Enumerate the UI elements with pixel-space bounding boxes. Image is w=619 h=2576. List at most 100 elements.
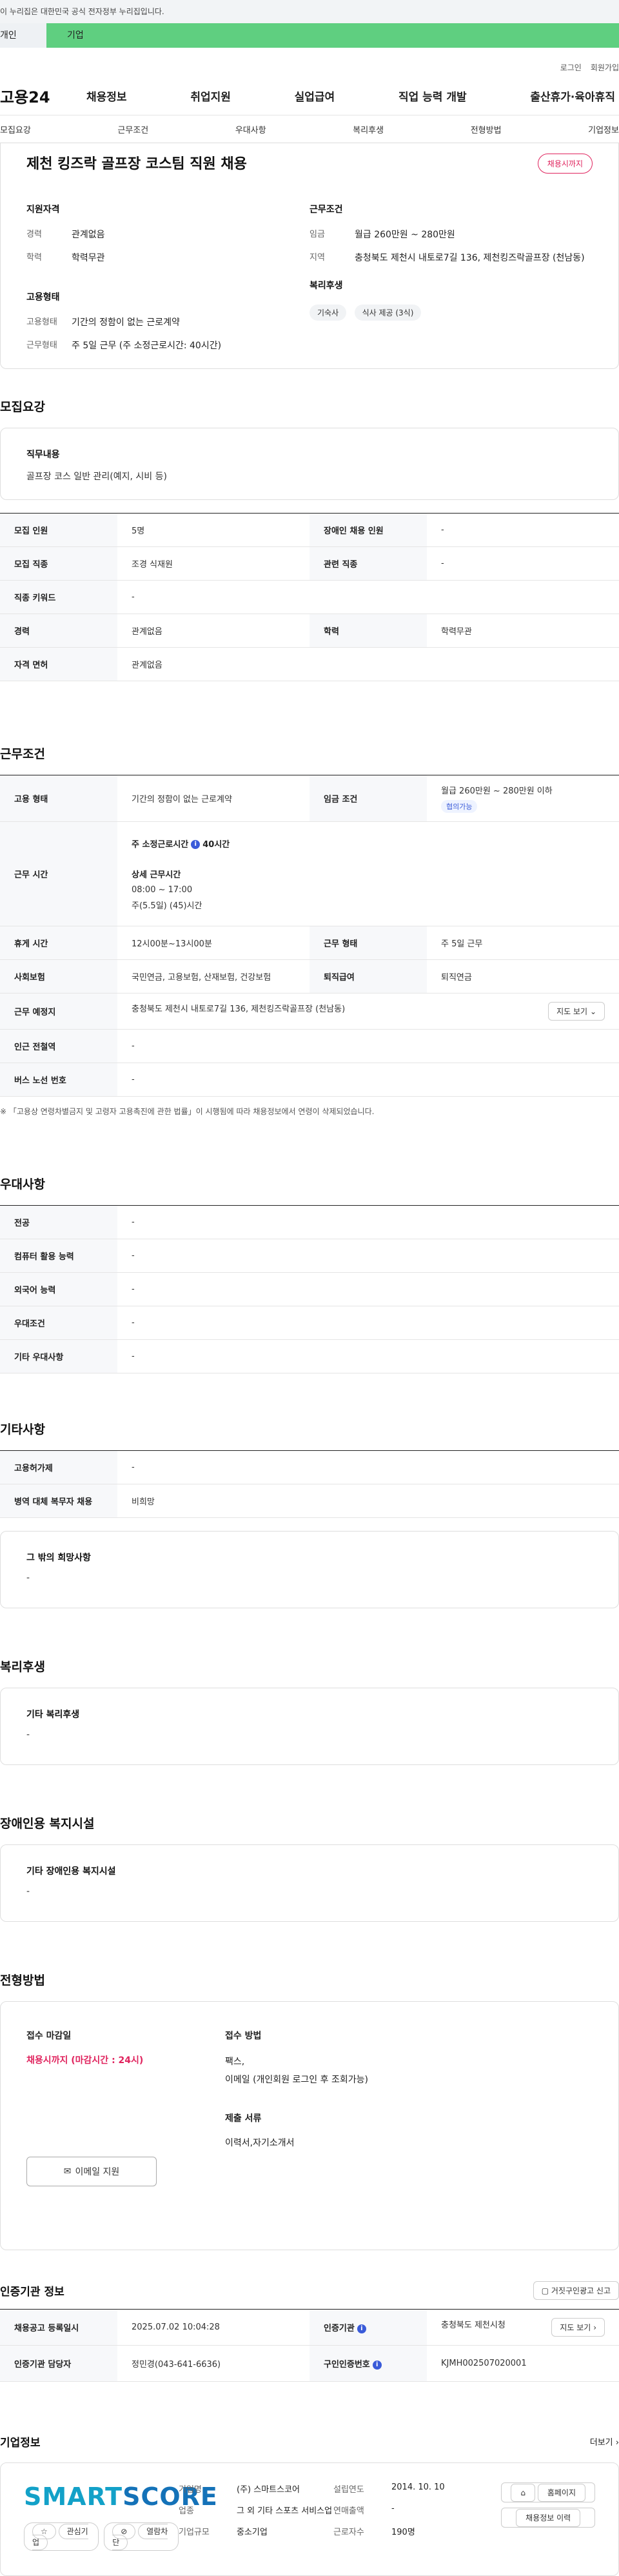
docs-value: 이력서,자기소개서 bbox=[225, 2138, 295, 2148]
anchor-recruit[interactable]: 모집요강 bbox=[0, 123, 36, 135]
etc-box: 그 밖의 희망사항 - bbox=[0, 1531, 619, 1608]
homepage-button[interactable]: ⌂ 홈페이지 bbox=[501, 2482, 595, 2502]
brand-part-1: SMART bbox=[24, 2482, 123, 2511]
cell-label: 인증기관 담당자 bbox=[0, 2345, 117, 2382]
cell-label: 병역 대체 복무자 채용 bbox=[0, 1484, 117, 1518]
cert-section: 인증기관 정보 ▢ 거짓구인광고 신고 채용공고 등록일시 2025.07.02… bbox=[0, 2281, 619, 2382]
cell-value: - bbox=[117, 1272, 619, 1306]
email-apply-button[interactable]: ✉ 이메일 지원 bbox=[26, 2157, 157, 2186]
anchor-company[interactable]: 기업정보 bbox=[583, 123, 619, 135]
gov-banner-text: 이 누리집은 대한민국 공식 전자정부 누리집입니다. bbox=[0, 7, 164, 16]
info-icon[interactable]: i bbox=[372, 2360, 382, 2370]
map-button-label: 지도 보기 bbox=[556, 1007, 588, 1016]
block-view-button[interactable]: ⊘ 열람차단 bbox=[104, 2522, 179, 2551]
company-logo-block: SMARTSCORE ☆ 관심기업 ⊘ 열람차단 bbox=[24, 2482, 217, 2551]
tab-individual[interactable]: 개인 bbox=[0, 23, 46, 48]
tab-company[interactable]: 기업 bbox=[46, 23, 619, 48]
weekly-hours: 주 소정근로시간 i 40시간 bbox=[132, 837, 605, 850]
history-label: 채용정보 이력 bbox=[516, 2509, 581, 2527]
cell-label: 장애인 채용 인원 bbox=[310, 513, 427, 547]
weekly-hours-value: 40시간 bbox=[202, 839, 230, 850]
anchor-pref[interactable]: 우대사항 bbox=[230, 123, 271, 135]
cell-label: 관련 직종 bbox=[310, 546, 427, 581]
anchor-process[interactable]: 전형방법 bbox=[466, 123, 507, 135]
cert-org-label-cell: 인증기관 i bbox=[310, 2309, 427, 2346]
section-title: 기업정보 bbox=[0, 2437, 41, 2450]
method-label: 접수 방법 bbox=[225, 2031, 262, 2041]
deadline-label: 접수 마감일 bbox=[26, 2031, 72, 2041]
pref-section: 우대사항 전공 - 컴퓨터 활용 능력 - 외국어 능력 - 우대조건 - 기타 우대사… bbox=[0, 1175, 619, 1373]
table-row: 모집 직종 조경 식재원 관련 직종 - bbox=[0, 546, 619, 581]
wage-label: 임금 bbox=[310, 230, 325, 239]
section-title: 장애인용 복지시설 bbox=[0, 1817, 95, 1831]
table-row: 고용 형태 기간의 정함이 없는 근로계약 임금 조건 월급 260만원 ~ 2… bbox=[0, 775, 619, 822]
section-title: 근무조건 bbox=[0, 747, 45, 761]
welfare-box-value: - bbox=[26, 1730, 30, 1740]
anchor-work[interactable]: 근무조건 bbox=[112, 123, 153, 135]
gnb-menu: 채용정보 취업지원 실업급여 직업 능력 개발 출산휴가·육아휴직 bbox=[64, 88, 619, 104]
email-apply-label: 이메일 지원 bbox=[75, 2167, 120, 2177]
more-link[interactable]: 더보기 › bbox=[590, 2435, 619, 2448]
cell-label: 임금 조건 bbox=[310, 775, 427, 822]
gnb-item-parental-leave[interactable]: 출산휴가·육아휴직 bbox=[526, 88, 619, 104]
report-button[interactable]: ▢ 거짓구인광고 신고 bbox=[533, 2281, 619, 2300]
cert-map-button[interactable]: 지도 보기 › bbox=[551, 2318, 605, 2337]
favorite-company-button[interactable]: ☆ 관심기업 bbox=[24, 2522, 99, 2551]
info-icon[interactable]: i bbox=[191, 840, 201, 849]
cell-value: 정민경(043-641-6636) bbox=[117, 2345, 310, 2382]
cell-value: 주 5일 근무 bbox=[427, 926, 619, 960]
cell-label: 고용허가제 bbox=[0, 1450, 117, 1484]
gnb-item-training[interactable]: 직업 능력 개발 bbox=[395, 88, 471, 104]
age-notice: ※ 「고용상 연령차별금지 및 고령자 고용촉진에 관한 법률」이 시행됨에 따… bbox=[0, 1107, 375, 1116]
cert-map-label: 지도 보기 bbox=[560, 2323, 591, 2332]
pref-table: 전공 - 컴퓨터 활용 능력 - 외국어 능력 - 우대조건 - 기타 우대사항 - bbox=[0, 1205, 619, 1373]
welfare-box: 기타 복리후생 - bbox=[0, 1688, 619, 1765]
place-cell: 충청북도 제천시 내토로7길 136, 제천킹즈락골프장 (천남동) 지도 보기 … bbox=[117, 993, 619, 1030]
job-history-button[interactable]: 채용정보 이력 bbox=[501, 2508, 595, 2528]
cell-label: 근무 예정지 bbox=[0, 993, 117, 1030]
etc-box-value: - bbox=[26, 1573, 30, 1583]
site-logo[interactable]: 고용24 bbox=[0, 85, 64, 107]
section-title: 복리후생 bbox=[0, 1660, 45, 1674]
table-row: 병역 대체 복무자 채용 비희망 bbox=[0, 1484, 619, 1518]
cell-label: 근무 형태 bbox=[310, 926, 427, 960]
info-icon[interactable]: i bbox=[357, 2324, 366, 2333]
section-title: 기타사항 bbox=[0, 1423, 45, 1437]
work-section: 근무조건 고용 형태 기간의 정함이 없는 근로계약 임금 조건 월급 260만… bbox=[0, 744, 619, 1117]
work-table: 고용 형태 기간의 정함이 없는 근로계약 임금 조건 월급 260만원 ~ 2… bbox=[0, 775, 619, 1097]
wage-value: 월급 260만원 ~ 280만원 bbox=[355, 230, 455, 240]
worktype-value: 주 5일 근무 (주 소정근로시간: 40시간) bbox=[72, 341, 222, 351]
table-row: 인증기관 담당자 정민경(043-641-6636) 구인인증번호 i KJMH0… bbox=[0, 2345, 619, 2382]
table-row: 직종 키워드 - bbox=[0, 580, 619, 614]
gnb-item-employment-support[interactable]: 취업지원 bbox=[186, 88, 235, 104]
cell-value: 퇴직연금 bbox=[427, 959, 619, 993]
cell-value: KJMH002507020001 bbox=[427, 2345, 619, 2382]
cell-label: 경력 bbox=[0, 614, 117, 648]
anchor-welfare[interactable]: 복리후생 bbox=[348, 123, 389, 135]
table-row: 우대조건 - bbox=[0, 1306, 619, 1340]
welfare-heading: 복리후생 bbox=[310, 281, 343, 291]
cert-org-cell: 충청북도 제천시청 지도 보기 › bbox=[427, 2309, 619, 2346]
gnb-item-unemployment[interactable]: 실업급여 bbox=[291, 88, 339, 104]
wage-cell: 월급 260만원 ~ 280만원 이하 협의가능 bbox=[427, 775, 619, 822]
info-value: 중소기업 bbox=[237, 2528, 268, 2537]
deadline-value: 채용시까지 (마감시간 : 24시) bbox=[26, 2055, 144, 2066]
welfare-chip: 기숙사 bbox=[310, 305, 347, 321]
cell-label: 컴퓨터 활용 능력 bbox=[0, 1239, 117, 1273]
career-value: 관계없음 bbox=[72, 230, 105, 240]
region-value: 충청북도 제천시 내토로7길 136, 제천킹즈락골프장 (천남동) bbox=[355, 253, 585, 263]
company-info-grid: 기업명 (주) 스마트스코어 설립연도 2014. 10. 10 업종 그 외 기타 … bbox=[179, 2482, 501, 2537]
disability-box-value: - bbox=[26, 1886, 30, 1897]
mail-icon: ✉ bbox=[63, 2166, 72, 2177]
signup-link[interactable]: 회원가입 bbox=[591, 62, 619, 73]
cell-label: 근무 시간 bbox=[0, 821, 117, 926]
login-link[interactable]: 로그인 bbox=[560, 62, 582, 73]
chevron-down-icon: ⌄ bbox=[589, 1007, 596, 1016]
edu-label: 학력 bbox=[26, 253, 42, 263]
gnb-item-jobs[interactable]: 채용정보 bbox=[83, 88, 131, 104]
cell-value: 비희망 bbox=[117, 1484, 619, 1518]
negotiable-badge: 협의가능 bbox=[441, 800, 478, 813]
cell-value: 관계없음 bbox=[117, 647, 619, 681]
etc-box-title: 그 밖의 희망사항 bbox=[26, 1553, 91, 1563]
map-button[interactable]: 지도 보기 ⌄ bbox=[548, 1002, 605, 1021]
